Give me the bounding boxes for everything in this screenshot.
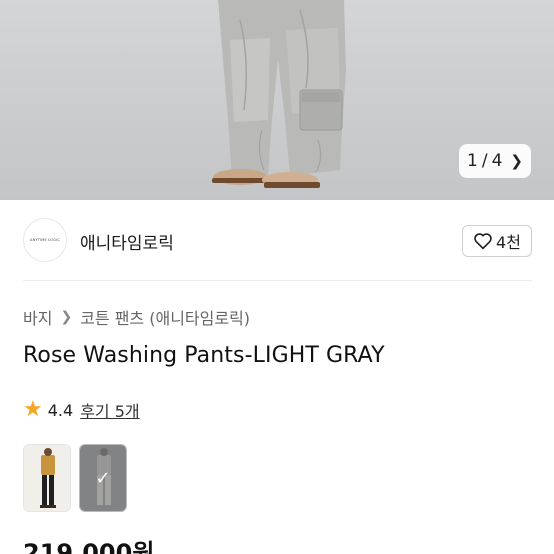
product-title: Rose Washing Pants-LIGHT GRAY [23,343,385,368]
chevron-right-icon: ❯ [60,309,73,325]
thumbnail-image [24,445,70,511]
store-name[interactable]: 애니타임로릭 [80,229,174,254]
rating: ★ 4.4 후기 5개 [23,398,140,422]
checkmark-icon: ✓ [80,445,126,511]
color-options: ✓ [23,444,127,512]
breadcrumb-item-subcategory[interactable]: 코튼 팬츠 (애니타임로릭) [80,305,250,329]
pager-current: 1 [467,151,478,171]
product-price: 219,000원 [23,539,155,554]
pager-total: 4 [491,151,503,171]
image-pager[interactable]: 1 / 4 ❯ [459,144,531,178]
store-logo-text: ANYTIME LOGIC [29,238,61,242]
pager-separator: / [481,151,488,171]
breadcrumb: 바지 ❯ 코튼 팬츠 (애니타임로릭) [23,305,250,329]
star-icon: ★ [23,397,43,422]
like-count: 4천 [496,233,521,252]
like-button[interactable]: 4천 [462,225,532,257]
product-image[interactable]: 1 / 4 ❯ [0,0,554,200]
store-logo[interactable]: ANYTIME LOGIC [23,218,67,262]
color-option-thumbnail-selected[interactable]: ✓ [79,444,127,512]
color-option-thumbnail[interactable] [23,444,71,512]
heart-icon [474,233,492,250]
reviews-link[interactable]: 후기 5개 [80,398,139,422]
rating-score: 4.4 [47,400,74,420]
divider [23,280,532,281]
breadcrumb-item-category[interactable]: 바지 [23,305,52,329]
chevron-right-icon[interactable]: ❯ [510,152,523,170]
